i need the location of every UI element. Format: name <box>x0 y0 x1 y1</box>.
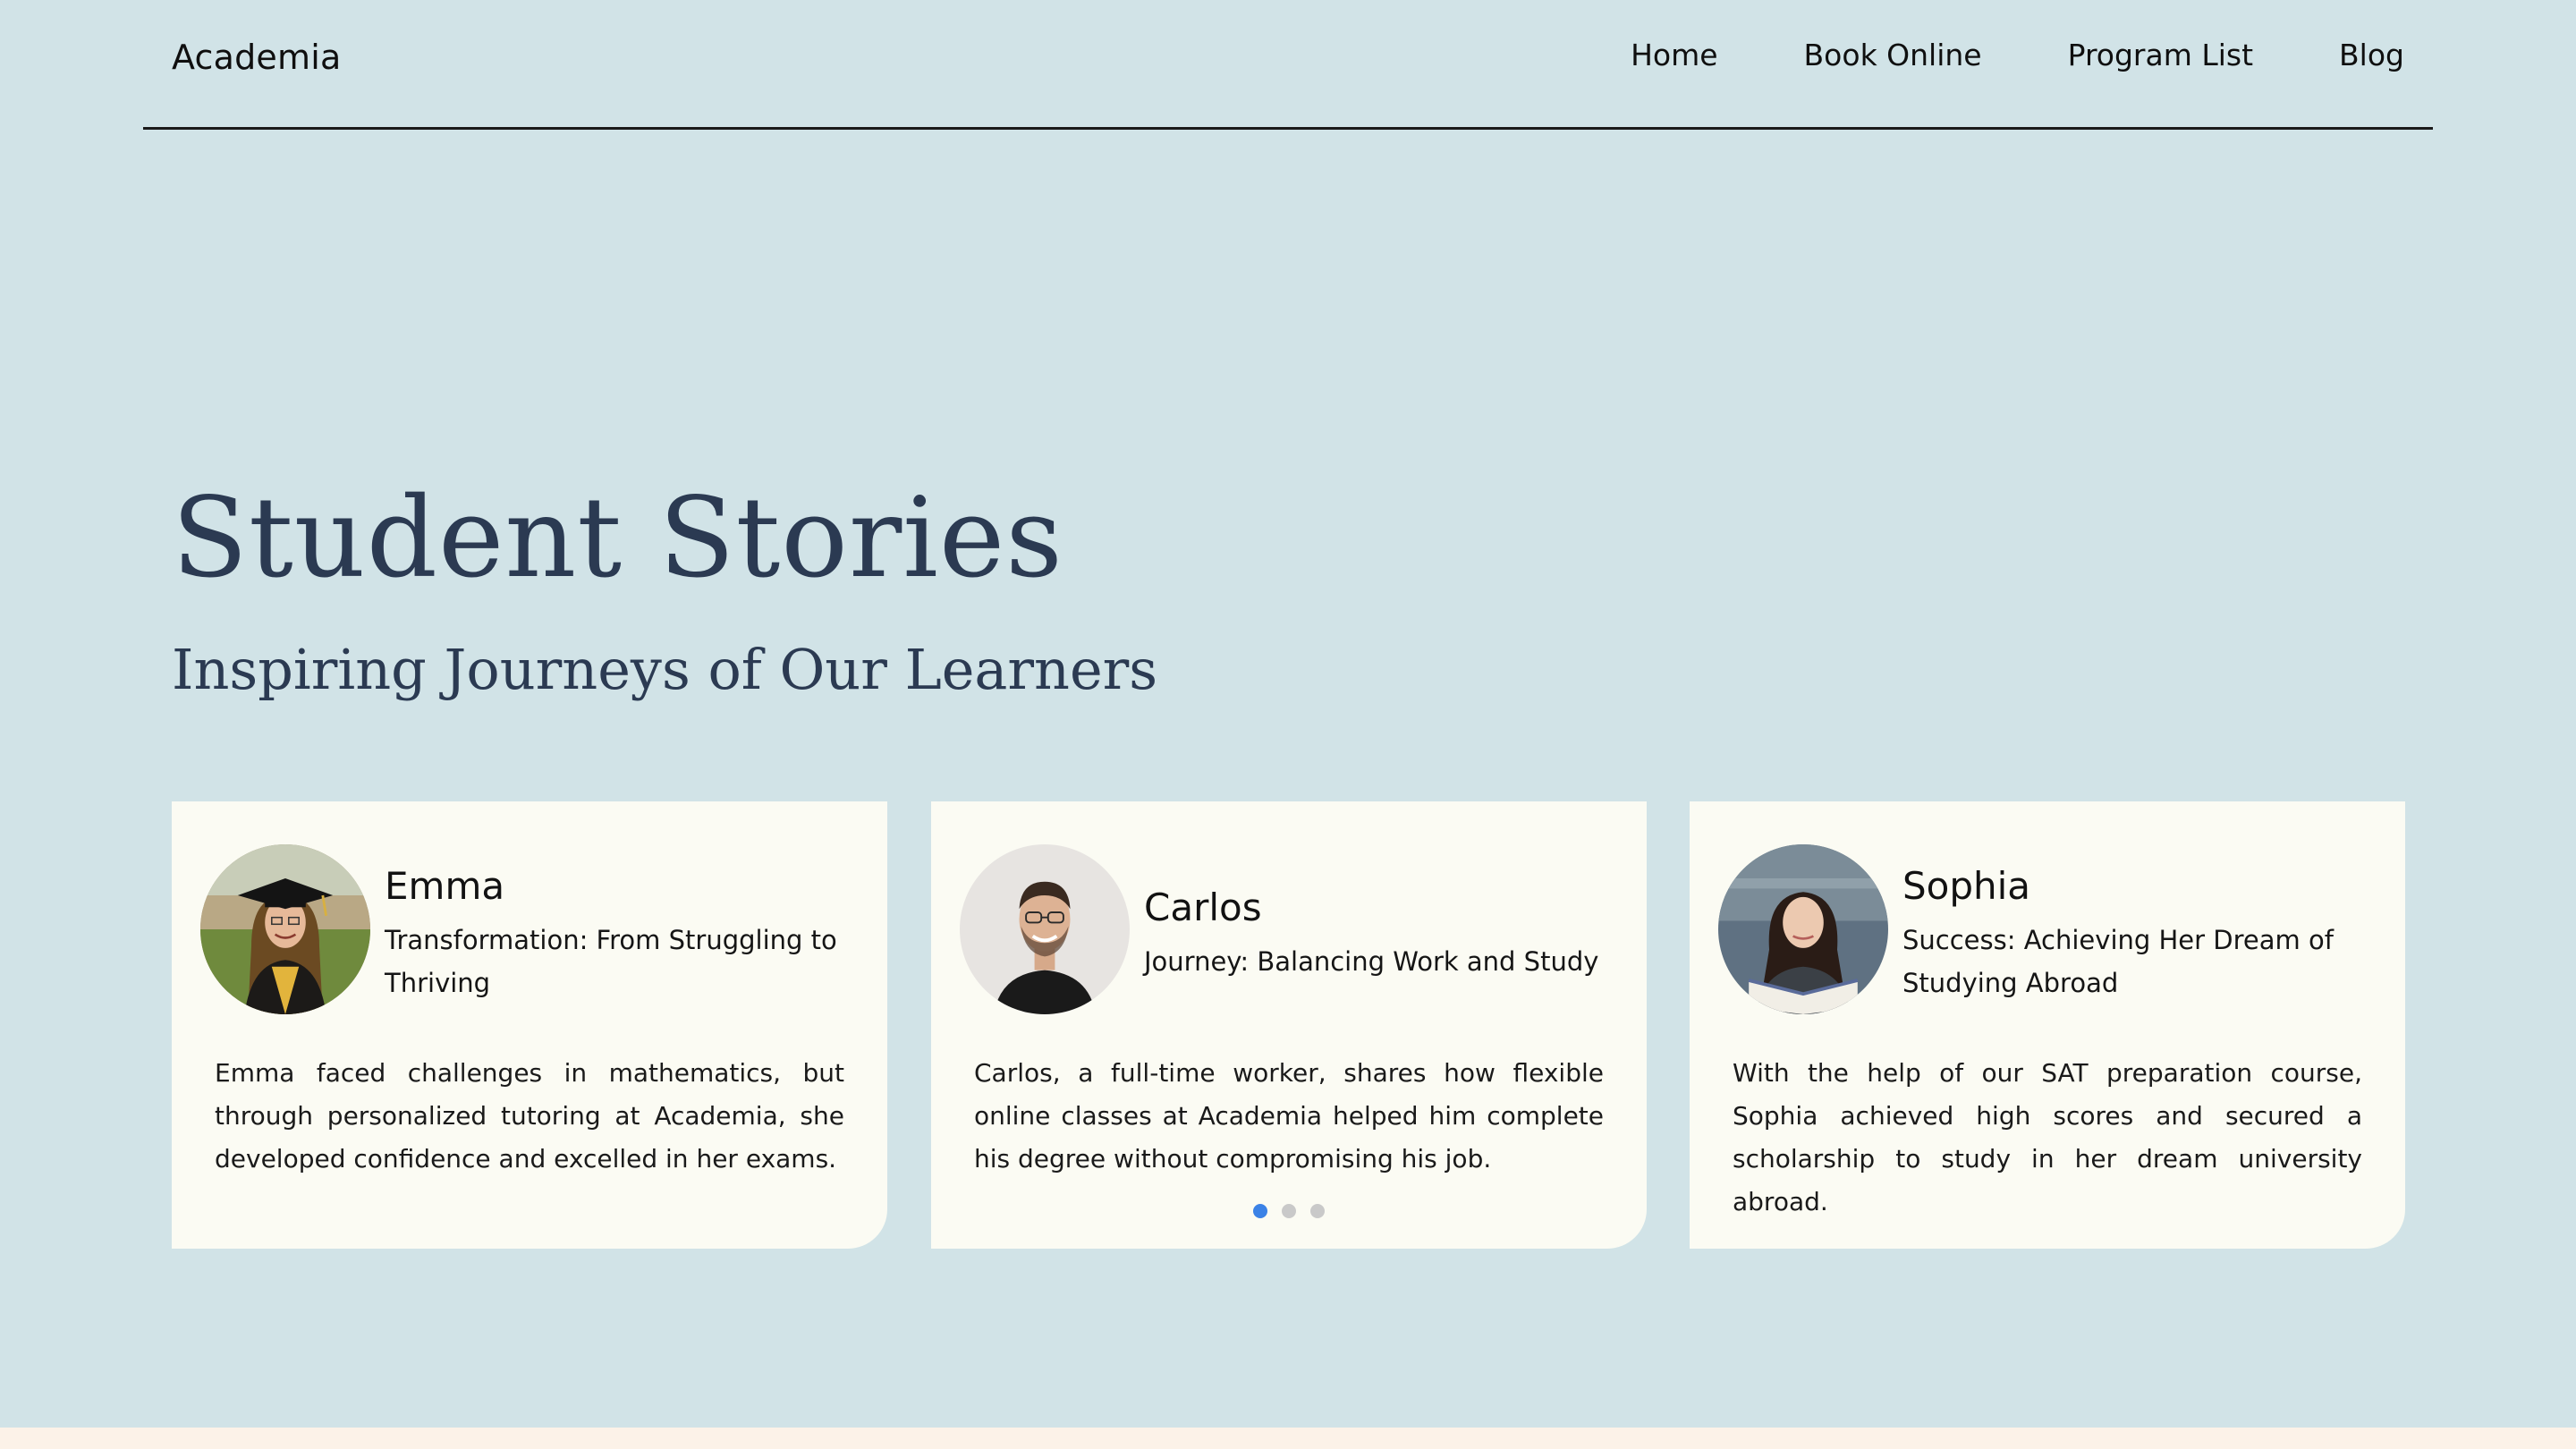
avatar <box>200 844 370 1014</box>
main-nav: Home Book Online Program List Blog <box>1631 38 2404 72</box>
story-card-emma: Emma Transformation: From Struggling to … <box>172 801 887 1249</box>
story-tagline: Journey: Balancing Work and Study <box>1144 945 1599 977</box>
story-card-carlos: Carlos Journey: Balancing Work and Study… <box>931 801 1647 1249</box>
student-name: Emma <box>385 863 505 908</box>
carousel-dot-3[interactable] <box>1310 1204 1325 1218</box>
carousel-dot-2[interactable] <box>1282 1204 1296 1218</box>
nav-blog[interactable]: Blog <box>2339 38 2404 72</box>
student-name: Sophia <box>1902 863 2031 908</box>
story-tagline: Transformation: From Struggling to Thriv… <box>385 924 837 998</box>
site-header: Academia Home Book Online Program List B… <box>143 0 2433 130</box>
smiling-man-photo <box>960 844 1130 1014</box>
student-name: Carlos <box>1144 885 1262 929</box>
story-text: With the help of our SAT preparation cou… <box>1733 1058 2362 1216</box>
avatar <box>1718 844 1888 1014</box>
card-header: Emma Transformation: From Struggling to … <box>385 853 850 1014</box>
graduate-woman-photo <box>200 844 370 1014</box>
story-text: Carlos, a full-time worker, shares how f… <box>974 1058 1604 1174</box>
nav-book-online[interactable]: Book Online <box>1804 38 1982 72</box>
carousel-dot-1[interactable] <box>1253 1204 1267 1218</box>
story-card-sophia: Sophia Success: Achieving Her Dream of S… <box>1690 801 2405 1249</box>
page-subtitle: Inspiring Journeys of Our Learners <box>172 637 1158 702</box>
site-logo[interactable]: Academia <box>172 38 341 77</box>
page-title: Student Stories <box>172 474 1063 603</box>
avatar <box>960 844 1130 1014</box>
nav-program-list[interactable]: Program List <box>2068 38 2253 72</box>
carousel-pagination <box>931 1204 1647 1218</box>
woman-reading-book-photo <box>1718 844 1888 1014</box>
card-header: Carlos Journey: Balancing Work and Study <box>1144 853 1609 1014</box>
footer-strip <box>0 1428 2576 1449</box>
story-tagline: Success: Achieving Her Dream of Studying… <box>1902 924 2334 998</box>
story-text: Emma faced challenges in mathematics, bu… <box>215 1058 844 1174</box>
card-header: Sophia Success: Achieving Her Dream of S… <box>1902 853 2368 1014</box>
nav-home[interactable]: Home <box>1631 38 1717 72</box>
